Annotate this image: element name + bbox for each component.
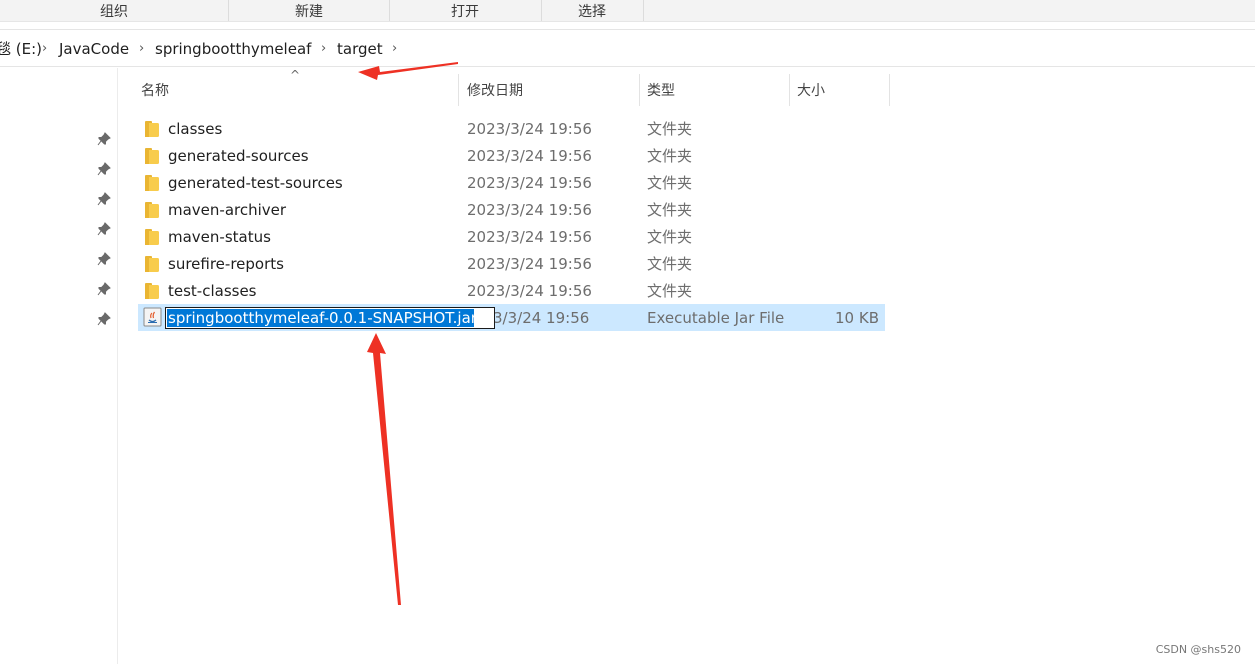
file-size: 10 KB xyxy=(835,308,879,327)
file-name: classes xyxy=(168,119,223,138)
column-separator[interactable] xyxy=(889,74,890,106)
file-row[interactable]: generated-test-sources 2023/3/24 19:56 文… xyxy=(138,169,885,196)
file-row[interactable]: generated-sources 2023/3/24 19:56 文件夹 xyxy=(138,142,885,169)
column-header-type[interactable]: 类型 xyxy=(647,74,787,106)
folder-icon xyxy=(145,175,159,191)
chevron-right-icon[interactable]: › xyxy=(321,30,326,67)
ribbon-group-open[interactable]: 打开 xyxy=(390,0,540,22)
ribbon-bar: 组织 新建 打开 选择 xyxy=(0,0,1255,22)
pin-icon[interactable] xyxy=(96,311,112,327)
file-type: Executable Jar File xyxy=(647,308,785,327)
pin-icon[interactable] xyxy=(96,161,112,177)
file-modified: 2023/3/24 19:56 xyxy=(467,119,592,138)
annotation-arrow-bottom xyxy=(367,333,401,605)
file-type: 文件夹 xyxy=(647,228,693,246)
breadcrumb: 毯 (E:) › JavaCode › springbootthymeleaf … xyxy=(0,29,1255,67)
ribbon-group-select[interactable]: 选择 xyxy=(542,0,642,22)
java-jar-icon xyxy=(143,307,162,327)
ribbon-group-organize[interactable]: 组织 xyxy=(0,0,228,22)
ribbon-group-new[interactable]: 新建 xyxy=(229,0,389,22)
column-header-name[interactable]: 名称 xyxy=(141,74,456,106)
rename-input[interactable]: springbootthymeleaf-0.0.1-SNAPSHOT.jar xyxy=(165,307,495,329)
file-name: test-classes xyxy=(168,281,257,300)
file-row[interactable]: classes 2023/3/24 19:56 文件夹 xyxy=(138,115,885,142)
column-header-modified[interactable]: 修改日期 xyxy=(467,74,637,106)
navigation-pane[interactable] xyxy=(0,68,118,664)
chevron-right-icon[interactable]: › xyxy=(139,30,144,67)
column-separator[interactable] xyxy=(789,74,790,106)
file-name: maven-archiver xyxy=(168,200,287,219)
file-type: 文件夹 xyxy=(647,120,693,138)
pin-icon[interactable] xyxy=(96,191,112,207)
folder-icon xyxy=(145,148,159,164)
ribbon-separator xyxy=(643,0,644,21)
file-type: 文件夹 xyxy=(647,282,693,300)
pin-icon[interactable] xyxy=(96,221,112,237)
column-separator[interactable] xyxy=(458,74,459,106)
file-type: 文件夹 xyxy=(647,255,693,273)
watermark: CSDN @shs520 xyxy=(1155,643,1241,656)
breadcrumb-drive[interactable]: 毯 (E:) xyxy=(0,30,42,67)
column-header-size[interactable]: 大小 xyxy=(797,74,887,106)
chevron-right-icon[interactable]: › xyxy=(392,30,397,67)
folder-icon xyxy=(145,121,159,137)
breadcrumb-springbootthymeleaf[interactable]: springbootthymeleaf xyxy=(155,30,311,67)
folder-icon xyxy=(145,229,159,245)
breadcrumb-target[interactable]: target xyxy=(337,30,383,67)
file-modified: 2023/3/24 19:56 xyxy=(467,173,592,192)
rename-input-selected-text[interactable]: springbootthymeleaf-0.0.1-SNAPSHOT.jar xyxy=(167,309,474,327)
file-name: generated-sources xyxy=(168,146,309,165)
file-modified: 2023/3/24 19:56 xyxy=(467,254,592,273)
file-modified: 3/3/24 19:56 xyxy=(493,308,590,327)
pin-icon[interactable] xyxy=(96,281,112,297)
chevron-right-icon[interactable]: › xyxy=(42,30,47,67)
column-separator[interactable] xyxy=(639,74,640,106)
file-type: 文件夹 xyxy=(647,174,693,192)
file-type: 文件夹 xyxy=(647,201,693,219)
folder-icon xyxy=(145,256,159,272)
folder-icon xyxy=(145,283,159,299)
file-row[interactable]: test-classes 2023/3/24 19:56 文件夹 xyxy=(138,277,885,304)
file-modified: 2023/3/24 19:56 xyxy=(467,200,592,219)
pin-icon[interactable] xyxy=(96,251,112,267)
breadcrumb-javacode[interactable]: JavaCode xyxy=(59,30,129,67)
file-row[interactable]: maven-archiver 2023/3/24 19:56 文件夹 xyxy=(138,196,885,223)
file-name: maven-status xyxy=(168,227,271,246)
file-row[interactable]: maven-status 2023/3/24 19:56 文件夹 xyxy=(138,223,885,250)
file-modified: 2023/3/24 19:56 xyxy=(467,227,592,246)
folder-icon xyxy=(145,202,159,218)
file-name: surefire-reports xyxy=(168,254,284,273)
pin-icon[interactable] xyxy=(96,131,112,147)
file-name: generated-test-sources xyxy=(168,173,343,192)
file-type: 文件夹 xyxy=(647,147,693,165)
file-row[interactable]: surefire-reports 2023/3/24 19:56 文件夹 xyxy=(138,250,885,277)
file-modified: 2023/3/24 19:56 xyxy=(467,146,592,165)
file-modified: 2023/3/24 19:56 xyxy=(467,281,592,300)
